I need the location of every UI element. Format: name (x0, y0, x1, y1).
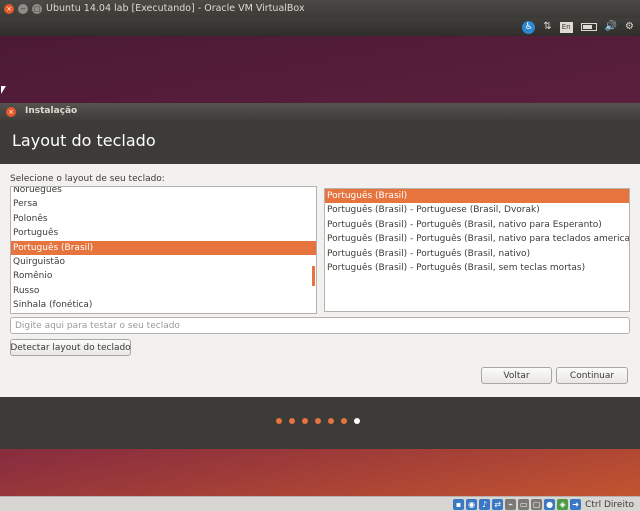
installer-titlebar: × Instalação (0, 103, 640, 120)
battery-icon[interactable] (580, 23, 597, 31)
layout-list-item[interactable]: Português (Brasil) (11, 240, 316, 255)
mouse-cursor-icon (1, 86, 6, 94)
audio-icon[interactable]: ♪ (479, 499, 491, 510)
page-title: Layout do teclado (12, 131, 156, 150)
installer-title: Instalação (25, 106, 78, 116)
minimize-window-button[interactable]: − (18, 4, 28, 14)
settings-gear-icon[interactable]: ⚙ (625, 20, 634, 34)
layout-prompt-label: Selecione o layout de seu teclado: (10, 174, 165, 184)
virtualization-icon[interactable]: ◈ (557, 499, 569, 510)
keyboard-layout-list[interactable]: Norueguês Persa Polonês Português Português … (10, 186, 317, 314)
variant-list-item[interactable]: Português (Brasil) - Português (Brasil, … (325, 247, 629, 261)
volume-icon[interactable]: 🔊 (605, 20, 617, 34)
hard-disk-icon[interactable]: ▪ (453, 499, 465, 510)
progress-dot (328, 418, 334, 424)
variant-list-item[interactable]: Português (Brasil) - Português (Brasil, … (325, 261, 629, 275)
layout-list-item[interactable]: Persa (11, 197, 316, 211)
virtualbox-titlebar: × − □ Ubuntu 14.04 lab [Executando] - Or… (0, 0, 640, 18)
maximize-window-button[interactable]: □ (32, 4, 42, 14)
ubuntu-top-panel: ♿ ⇅ En 🔊 ⚙ (0, 18, 640, 36)
variant-list-item[interactable]: Português (Brasil) (325, 189, 629, 204)
layout-list-item[interactable]: Sinhala (fonética) (11, 298, 316, 312)
installer-header: Layout do teclado (0, 120, 640, 164)
back-button[interactable]: Voltar (481, 367, 552, 384)
layout-list-item[interactable]: Polonês (11, 212, 316, 226)
continue-button[interactable]: Continuar (556, 367, 628, 384)
optical-drive-icon[interactable]: ◉ (466, 499, 478, 510)
progress-dot (315, 418, 321, 424)
layout-list-item[interactable]: Português (11, 226, 316, 240)
installer-close-button[interactable]: × (6, 107, 16, 117)
keyboard-variant-list[interactable]: Português (Brasil) Português (Brasil) - P… (324, 188, 630, 312)
progress-indicator (276, 418, 360, 424)
progress-dot (276, 418, 282, 424)
layout-list-item[interactable]: Norueguês (11, 187, 316, 197)
progress-dot (354, 418, 360, 424)
installer-window: × Instalação Layout do teclado Selecione… (0, 103, 640, 449)
host-key-label: Ctrl Direito (585, 499, 634, 510)
progress-dot (341, 418, 347, 424)
accessibility-icon[interactable]: ♿ (522, 20, 536, 34)
window-controls: × − □ (4, 4, 42, 14)
video-capture-icon[interactable]: ● (544, 499, 556, 510)
network-icon[interactable]: ⇅ (543, 20, 551, 34)
installer-footer (0, 397, 640, 449)
close-window-button[interactable]: × (4, 4, 14, 14)
layout-list-item[interactable]: Russo (11, 284, 316, 298)
variant-list-item[interactable]: Português (Brasil) - Português (Brasil, … (325, 218, 629, 232)
keyboard-test-input[interactable] (10, 317, 630, 334)
layout-list-scrollbar[interactable] (312, 266, 315, 286)
display-icon[interactable]: ▢ (531, 499, 543, 510)
layout-list-item[interactable]: Quirguistão (11, 255, 316, 269)
virtualbox-statusbar: ▪ ◉ ♪ ⇄ ⌁ ▭ ▢ ● ◈ ➜ Ctrl Direito (0, 496, 640, 511)
mouse-integration-icon[interactable]: ➜ (570, 499, 582, 510)
progress-dot (302, 418, 308, 424)
window-title: Ubuntu 14.04 lab [Executando] - Oracle V… (46, 3, 305, 14)
usb-icon[interactable]: ⌁ (505, 499, 517, 510)
detect-layout-button[interactable]: Detectar layout do teclado (10, 339, 131, 356)
variant-list-item[interactable]: Português (Brasil) - Português (Brasil, … (325, 232, 629, 246)
shared-folders-icon[interactable]: ▭ (518, 499, 530, 510)
network-adapter-icon[interactable]: ⇄ (492, 499, 504, 510)
layout-list-item[interactable]: Romênio (11, 269, 316, 283)
keyboard-language-icon[interactable]: En (559, 21, 573, 33)
variant-list-item[interactable]: Português (Brasil) - Portuguese (Brasil,… (325, 203, 629, 217)
progress-dot (289, 418, 295, 424)
